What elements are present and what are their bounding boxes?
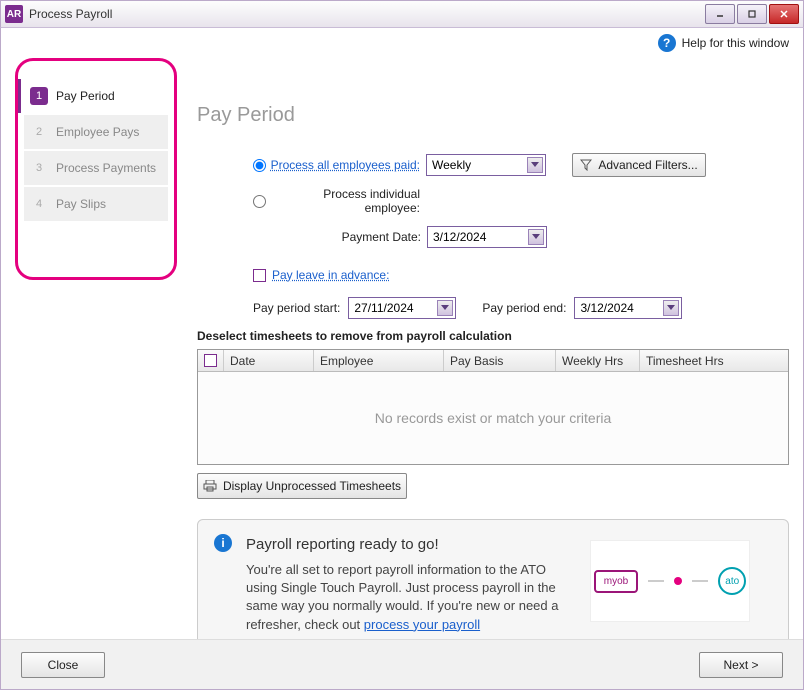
pay-period-end-label: Pay period end: bbox=[482, 301, 566, 315]
display-unprocessed-button[interactable]: Display Unprocessed Timesheets bbox=[197, 473, 407, 499]
col-employee[interactable]: Employee bbox=[314, 350, 444, 371]
help-icon: ? bbox=[658, 34, 676, 52]
advanced-filters-button[interactable]: Advanced Filters... bbox=[572, 153, 706, 177]
col-date[interactable]: Date bbox=[224, 350, 314, 371]
chevron-down-icon bbox=[663, 300, 679, 316]
step-number: 1 bbox=[30, 87, 48, 105]
process-all-radio[interactable] bbox=[253, 159, 266, 172]
frequency-combo[interactable]: Weekly bbox=[426, 154, 546, 176]
help-label: Help for this window bbox=[682, 36, 789, 50]
payment-date-label: Payment Date: bbox=[253, 230, 421, 244]
footer: Close Next > bbox=[1, 639, 803, 689]
process-payroll-link[interactable]: process your payroll bbox=[364, 617, 480, 632]
info-heading: Payroll reporting ready to go! bbox=[246, 534, 576, 555]
pay-leave-label[interactable]: Pay leave in advance: bbox=[272, 268, 389, 282]
step-number: 4 bbox=[30, 195, 48, 213]
close-window-button[interactable] bbox=[769, 4, 799, 24]
frequency-value: Weekly bbox=[432, 158, 471, 172]
window-title: Process Payroll bbox=[29, 7, 705, 21]
content-pane: Pay Period Process all employees paid: W… bbox=[197, 54, 789, 639]
info-graphic: myob ato bbox=[590, 540, 750, 622]
next-button[interactable]: Next > bbox=[699, 652, 783, 678]
step-label: Pay Period bbox=[56, 89, 115, 103]
process-all-label[interactable]: Process all employees paid: bbox=[270, 158, 420, 172]
ato-chip: ato bbox=[718, 567, 746, 595]
close-button[interactable]: Close bbox=[21, 652, 105, 678]
chevron-down-icon bbox=[437, 300, 453, 316]
pay-period-start-label: Pay period start: bbox=[253, 301, 340, 315]
app-icon: AR bbox=[5, 5, 23, 23]
payment-date-combo[interactable]: 3/12/2024 bbox=[427, 226, 547, 248]
page-title: Pay Period bbox=[197, 104, 789, 127]
help-link[interactable]: ? Help for this window bbox=[1, 28, 803, 54]
step-employee-pays[interactable]: 2 Employee Pays bbox=[24, 115, 168, 149]
step-label: Employee Pays bbox=[56, 125, 139, 139]
funnel-icon bbox=[580, 159, 592, 171]
process-individual-radio[interactable] bbox=[253, 195, 266, 208]
pay-leave-checkbox[interactable] bbox=[253, 269, 266, 282]
step-label: Pay Slips bbox=[56, 197, 106, 211]
timesheets-header: Deselect timesheets to remove from payro… bbox=[197, 329, 789, 343]
info-icon: i bbox=[214, 534, 232, 552]
step-number: 2 bbox=[30, 123, 48, 141]
select-all-checkbox[interactable] bbox=[204, 354, 217, 367]
col-weekly-hrs[interactable]: Weekly Hrs bbox=[556, 350, 640, 371]
chevron-down-icon bbox=[528, 229, 544, 245]
pay-period-start-combo[interactable]: 27/11/2024 bbox=[348, 297, 456, 319]
info-panel: i Payroll reporting ready to go! You're … bbox=[197, 519, 789, 639]
pay-period-end-combo[interactable]: 3/12/2024 bbox=[574, 297, 682, 319]
col-timesheet-hrs[interactable]: Timesheet Hrs bbox=[640, 350, 788, 371]
pay-period-start-value: 27/11/2024 bbox=[354, 301, 413, 315]
advanced-filters-label: Advanced Filters... bbox=[598, 158, 697, 172]
maximize-button[interactable] bbox=[737, 4, 767, 24]
col-pay-basis[interactable]: Pay Basis bbox=[444, 350, 556, 371]
process-individual-label: Process individual employee: bbox=[270, 187, 420, 215]
minimize-button[interactable] bbox=[705, 4, 735, 24]
titlebar: AR Process Payroll bbox=[0, 0, 804, 28]
pay-period-end-value: 3/12/2024 bbox=[580, 301, 633, 315]
myob-chip: myob bbox=[594, 570, 638, 593]
step-process-payments[interactable]: 3 Process Payments bbox=[24, 151, 168, 185]
info-body: You're all set to report payroll informa… bbox=[246, 561, 576, 634]
display-unprocessed-label: Display Unprocessed Timesheets bbox=[223, 479, 401, 493]
chevron-down-icon bbox=[527, 157, 543, 173]
payment-date-value: 3/12/2024 bbox=[433, 230, 486, 244]
empty-message: No records exist or match your criteria bbox=[198, 372, 788, 464]
wizard-steps: 1 Pay Period 2 Employee Pays 3 Process P… bbox=[15, 58, 177, 280]
timesheets-table: Date Employee Pay Basis Weekly Hrs Times… bbox=[197, 349, 789, 465]
step-pay-period[interactable]: 1 Pay Period bbox=[18, 79, 168, 113]
step-pay-slips[interactable]: 4 Pay Slips bbox=[24, 187, 168, 221]
step-number: 3 bbox=[30, 159, 48, 177]
step-label: Process Payments bbox=[56, 161, 156, 175]
printer-icon bbox=[203, 480, 217, 492]
